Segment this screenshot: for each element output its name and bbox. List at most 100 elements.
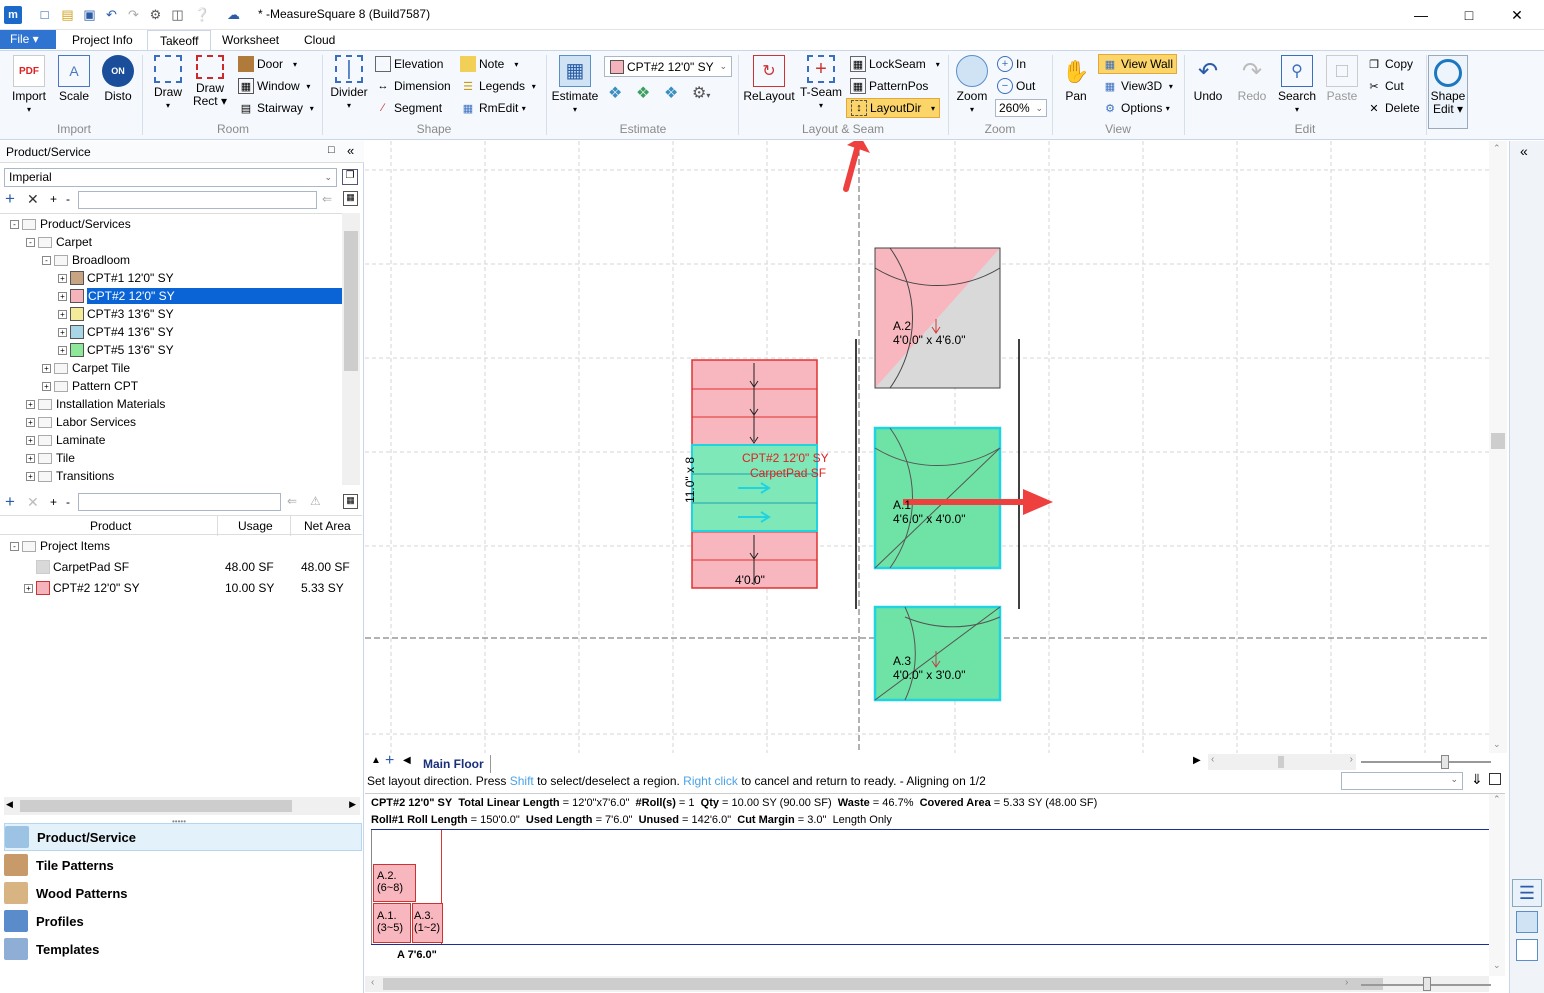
expand-toggle-icon[interactable]: + <box>58 345 67 355</box>
segment-button[interactable]: ∕ Segment <box>375 98 442 118</box>
expand-toggle-icon[interactable]: + <box>26 471 35 481</box>
collapse-toggle-icon[interactable]: - <box>10 219 19 229</box>
shape-edit-button[interactable]: Shape Edit ▾ <box>1428 55 1468 129</box>
collapse-toggle-icon[interactable]: - <box>10 541 19 551</box>
delete-button[interactable]: ✕ Delete <box>1366 98 1419 118</box>
expand-right-panel-icon[interactable]: « <box>1520 143 1528 159</box>
scale-button[interactable]: A Scale <box>54 55 94 103</box>
add-floor-icon[interactable]: + <box>385 752 394 770</box>
zoom-level-select[interactable]: 260% ⌄ <box>995 99 1047 117</box>
roll-diagram[interactable]: A.2. (6~8) A.1. (3~5) A.3. (1~2) <box>371 829 1489 945</box>
redo-quick-icon[interactable]: ↷ <box>125 6 142 23</box>
rmedit-button[interactable]: ▦ RmEdit ▾ <box>460 98 526 118</box>
new-file-icon[interactable]: □ <box>36 6 53 23</box>
collapse-all-icon[interactable]: - <box>66 191 70 207</box>
info-horizontal-scrollbar[interactable]: ‹ › <box>365 976 1489 992</box>
tree-item[interactable]: + Labor Services <box>26 413 136 431</box>
floor-right-icon[interactable]: ▶ <box>1193 755 1201 766</box>
info-zoom-slider-thumb[interactable] <box>1423 977 1431 991</box>
restore-icon[interactable] <box>1489 773 1501 785</box>
divider-button[interactable]: | Divider ▾ <box>328 55 370 112</box>
report-side-icon[interactable] <box>1516 939 1538 961</box>
window-toggle-icon[interactable]: ❐ <box>342 169 358 185</box>
tree-item[interactable]: + CPT#1 12'0" SY <box>58 269 174 287</box>
expand-toggle-icon[interactable]: + <box>42 381 51 391</box>
tree-item[interactable]: + Tile <box>26 449 75 467</box>
roll-piece-a2[interactable]: A.2. (6~8) <box>373 864 416 902</box>
expand-toggle-icon[interactable]: + <box>24 583 33 593</box>
tree-item[interactable]: + Transitions <box>26 467 114 485</box>
add-item-icon[interactable]: + <box>5 493 15 510</box>
tab-worksheet[interactable]: Worksheet <box>210 30 291 50</box>
product-select[interactable]: CPT#2 12'0" SY ⌄ <box>604 56 732 77</box>
collapse-items-icon[interactable]: - <box>66 494 70 510</box>
expand-toggle-icon[interactable]: + <box>26 417 35 427</box>
column-product[interactable]: Product <box>90 519 131 533</box>
expand-toggle-icon[interactable]: + <box>26 399 35 409</box>
app-logo[interactable]: m <box>4 6 22 24</box>
unit-select[interactable]: Imperial ⌄ <box>4 168 337 187</box>
tree-item[interactable]: + CPT#2 12'0" SY <box>58 287 342 305</box>
options-button[interactable]: ⚙ Options ▾ <box>1102 98 1170 118</box>
disto-button[interactable]: ON Disto <box>98 55 138 103</box>
cloud-icon[interactable]: ☁ <box>225 6 242 23</box>
draw-rect-button[interactable]: Draw Rect ▾ <box>190 55 230 108</box>
tree-item[interactable]: + Carpet Tile <box>42 359 130 377</box>
draw-button[interactable]: Draw ▾ <box>148 55 188 112</box>
view-wall-button[interactable]: ▦ View Wall <box>1098 54 1178 74</box>
relayout-button[interactable]: ↻ ReLayout <box>743 55 795 103</box>
add-product-icon[interactable]: + <box>5 190 15 207</box>
floor-scrollbar[interactable]: ‹ › <box>1208 754 1356 770</box>
nav-product-service[interactable]: Product/Service <box>4 823 362 851</box>
copy-button[interactable]: ❐ Copy <box>1366 54 1413 74</box>
nav-profiles[interactable]: Profiles <box>4 907 362 935</box>
settings-gear-icon[interactable]: ⚙ <box>147 6 164 23</box>
grid-icon[interactable]: ▦ <box>343 191 358 206</box>
item-search-input[interactable] <box>78 493 281 511</box>
product-search-input[interactable] <box>78 191 317 209</box>
redo-button[interactable]: ↷ Redo <box>1232 55 1272 103</box>
tab-cloud[interactable]: Cloud <box>292 30 347 50</box>
estimate-tool-1-icon[interactable]: ❖ <box>608 83 630 105</box>
zoom-in-button[interactable]: + In <box>997 54 1026 74</box>
table-row[interactable]: + CPT#2 12'0" SY 10.00 SY 5.33 SY <box>24 579 360 597</box>
tree-item[interactable]: + Laminate <box>26 431 105 449</box>
stairway-button[interactable]: ▤ Stairway ▾ <box>238 98 314 118</box>
expand-toggle-icon[interactable]: + <box>58 273 67 283</box>
roll-piece-a3[interactable]: A.3. (1~2) <box>412 903 443 943</box>
tab-takeoff[interactable]: Takeoff <box>147 30 212 51</box>
estimate-tool-3-icon[interactable]: ❖ <box>664 83 686 105</box>
expand-toggle-icon[interactable]: + <box>58 291 67 301</box>
database-icon[interactable]: ◫ <box>169 6 186 23</box>
column-usage[interactable]: Usage <box>238 519 273 533</box>
legends-button[interactable]: ☰ Legends ▾ <box>460 76 536 96</box>
tree-item[interactable]: + Pattern CPT <box>42 377 138 395</box>
remove-product-icon[interactable]: ✕ <box>27 191 39 207</box>
layoutdir-button[interactable]: ↕ LayoutDir ▾ <box>846 98 940 118</box>
project-items-row[interactable]: - Project Items <box>10 537 110 555</box>
expand-toggle-icon[interactable]: + <box>42 363 51 373</box>
back-arrow-icon[interactable]: ⇐ <box>322 192 332 206</box>
nav-tile-patterns[interactable]: Tile Patterns <box>4 851 362 879</box>
horizontal-scrollbar[interactable]: ◀ ▶ <box>4 797 360 815</box>
maximize-icon[interactable]: □ <box>1454 5 1484 25</box>
collapse-toggle-icon[interactable]: - <box>42 255 51 265</box>
patternpos-button[interactable]: ▦ PatternPos <box>850 76 928 96</box>
nav-templates[interactable]: Templates <box>4 935 362 963</box>
item-grid-icon[interactable]: ▦ <box>343 494 358 509</box>
tree-item[interactable]: - Broadloom <box>42 251 130 269</box>
zoom-button[interactable]: Zoom ▾ <box>952 55 992 116</box>
nav-wood-patterns[interactable]: Wood Patterns <box>4 879 362 907</box>
estimate-button[interactable]: ▦ Estimate ▾ <box>552 55 598 116</box>
expand-all-icon[interactable]: + <box>50 191 57 207</box>
expand-toggle-icon[interactable]: + <box>26 435 35 445</box>
pin-icon[interactable]: □ <box>328 144 335 156</box>
tree-item[interactable]: - Carpet <box>26 233 92 251</box>
file-menu-button[interactable]: File ▾ <box>0 30 56 49</box>
tree-item[interactable]: - Product/Services <box>10 215 131 233</box>
floor-left-icon[interactable]: ◀ <box>403 755 411 766</box>
open-folder-icon[interactable]: ▤ <box>59 6 76 23</box>
calculator-side-icon[interactable] <box>1516 911 1538 933</box>
list-view-icon[interactable]: ☰ <box>1512 879 1542 907</box>
piece-a3-label[interactable]: A.3 4'0.0" x 3'0.0" <box>893 654 965 682</box>
